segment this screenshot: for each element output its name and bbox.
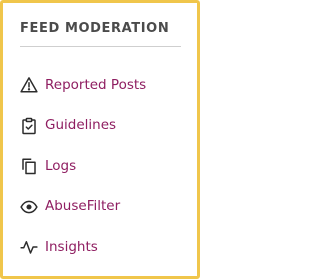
nav-item-guidelines[interactable]: Guidelines bbox=[20, 106, 146, 147]
nav-item-label: Reported Posts bbox=[45, 76, 147, 93]
nav-item-label: Logs bbox=[45, 157, 77, 174]
copy-icon bbox=[20, 157, 38, 175]
feed-moderation-panel: FEED MODERATION Reported Posts Guideline… bbox=[0, 0, 200, 279]
nav-item-label: AbuseFilter bbox=[45, 198, 121, 214]
nav-item-logs[interactable]: Logs bbox=[20, 146, 146, 187]
warning-icon bbox=[20, 76, 38, 94]
divider bbox=[20, 46, 181, 47]
nav-item-reported-posts[interactable]: Reported Posts bbox=[20, 65, 146, 106]
panel-title: FEED MODERATION bbox=[20, 21, 170, 36]
eye-icon bbox=[20, 198, 38, 216]
activity-icon bbox=[20, 238, 38, 256]
clipboard-check-icon bbox=[20, 117, 38, 135]
nav-item-label: Guidelines bbox=[45, 117, 117, 133]
nav-item-insights[interactable]: Insights bbox=[20, 227, 146, 268]
nav-item-label: Insights bbox=[45, 238, 98, 255]
moderation-nav: Reported Posts Guidelines Logs AbuseFilt… bbox=[20, 65, 146, 268]
nav-item-abusefilter[interactable]: AbuseFilter bbox=[20, 187, 146, 228]
